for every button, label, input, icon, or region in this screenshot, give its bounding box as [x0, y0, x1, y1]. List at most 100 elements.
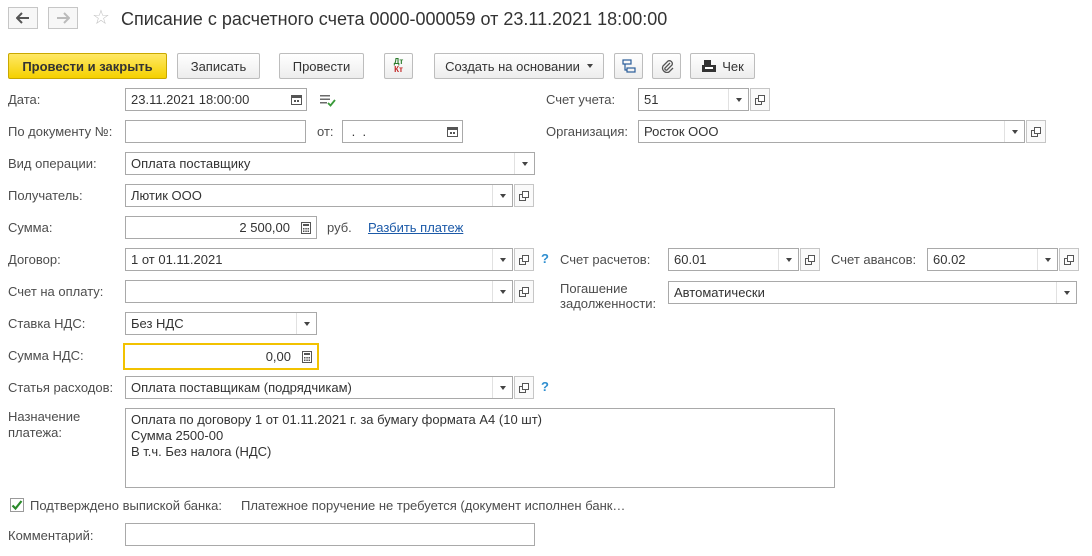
date-label: Дата: — [8, 92, 41, 107]
dt-kt-icon: Дт Кт — [393, 57, 404, 74]
vat-rate-field[interactable]: Без НДС — [125, 312, 317, 335]
debt-repayment-field[interactable]: Автоматически — [668, 281, 1077, 304]
account-dropdown-button[interactable] — [728, 89, 748, 110]
comment-label: Комментарий: — [8, 528, 94, 543]
invoice-label: Счет на оплату: — [8, 284, 104, 299]
expense-item-open-button[interactable] — [514, 376, 534, 399]
payment-purpose-label-line2: платежа: — [8, 425, 62, 440]
amount-field[interactable]: 2 500,00 — [125, 216, 317, 239]
chevron-down-icon — [499, 193, 506, 198]
contract-help-icon[interactable]: ? — [541, 251, 549, 266]
comment-field[interactable] — [125, 523, 535, 546]
create-based-on-button[interactable]: Создать на основании — [434, 53, 604, 79]
contract-value: 1 от 01.11.2021 — [131, 252, 223, 267]
settlement-dropdown-button[interactable] — [778, 249, 798, 270]
settlement-account-label: Счет расчетов: — [560, 252, 651, 267]
calculator-icon[interactable] — [297, 345, 317, 368]
payment-purpose-line: Оплата по договору 1 от 01.11.2021 г. за… — [131, 412, 542, 427]
operation-field[interactable]: Оплата поставщику — [125, 152, 535, 175]
open-window-icon — [805, 254, 815, 265]
debt-repayment-label-line2: задолженности: — [560, 296, 657, 311]
post-and-close-button[interactable]: Провести и закрыть — [8, 53, 167, 79]
favorite-star-icon[interactable]: ☆ — [92, 7, 110, 29]
open-window-icon — [1064, 254, 1074, 265]
chevron-down-icon — [785, 257, 792, 262]
contract-field[interactable]: 1 от 01.11.2021 — [125, 248, 513, 271]
vat-amount-label: Сумма НДС: — [8, 348, 84, 363]
payment-purpose-line: В т.ч. Без налога (НДС) — [131, 444, 272, 459]
recipient-open-button[interactable] — [514, 184, 534, 207]
open-window-icon — [1031, 126, 1041, 137]
chevron-down-icon — [1011, 129, 1018, 134]
invoice-open-button[interactable] — [514, 280, 534, 303]
date-field[interactable]: 23.11.2021 18:00:00 — [125, 88, 307, 111]
debt-repayment-dropdown-button[interactable] — [1056, 282, 1076, 303]
settlement-account-value: 60.01 — [674, 252, 707, 267]
save-button[interactable]: Записать — [177, 53, 260, 79]
receipt-button[interactable]: Чек — [690, 53, 755, 79]
vat-amount-field[interactable]: 0,00 — [123, 343, 319, 370]
forward-button[interactable] — [48, 7, 78, 29]
bank-confirmed-note: Платежное поручение не требуется (докуме… — [241, 498, 626, 513]
chevron-down-icon — [499, 385, 506, 390]
calculator-icon[interactable] — [296, 217, 316, 238]
contract-open-button[interactable] — [514, 248, 534, 271]
advance-account-label: Счет авансов: — [831, 252, 917, 267]
advance-open-button[interactable] — [1059, 248, 1079, 271]
doc-date-field[interactable]: . . — [342, 120, 463, 143]
account-open-button[interactable] — [750, 88, 770, 111]
organization-field[interactable]: Росток ООО — [638, 120, 1025, 143]
recipient-label: Получатель: — [8, 188, 83, 203]
expense-item-help-icon[interactable]: ? — [541, 379, 549, 394]
post-button[interactable]: Провести — [279, 53, 364, 79]
calendar-icon[interactable] — [286, 89, 306, 110]
chevron-down-icon — [735, 97, 742, 102]
invoice-field[interactable] — [125, 280, 513, 303]
expense-item-value: Оплата поставщикам (подрядчикам) — [131, 380, 352, 395]
date-value: 23.11.2021 18:00:00 — [131, 92, 250, 107]
open-window-icon — [755, 94, 765, 105]
structure-button[interactable] — [614, 53, 643, 79]
invoice-dropdown-button[interactable] — [492, 281, 512, 302]
calendar-icon[interactable] — [442, 121, 462, 142]
contract-label: Договор: — [8, 252, 61, 267]
attach-button[interactable] — [652, 53, 681, 79]
organization-dropdown-button[interactable] — [1004, 121, 1024, 142]
organization-open-button[interactable] — [1026, 120, 1046, 143]
advance-dropdown-button[interactable] — [1037, 249, 1057, 270]
advance-account-value: 60.02 — [933, 252, 966, 267]
expense-item-dropdown-button[interactable] — [492, 377, 512, 398]
dt-kt-button[interactable]: Дт Кт — [384, 53, 413, 79]
checkmark-icon — [11, 500, 23, 511]
doc-number-field[interactable] — [125, 120, 306, 143]
back-button[interactable] — [8, 7, 38, 29]
history-list-icon[interactable] — [319, 93, 336, 110]
operation-dropdown-button[interactable] — [514, 153, 534, 174]
advance-account-field[interactable]: 60.02 — [927, 248, 1058, 271]
amount-label: Сумма: — [8, 220, 53, 235]
create-based-on-label: Создать на основании — [445, 58, 580, 74]
settlement-account-field[interactable]: 60.01 — [668, 248, 799, 271]
vat-amount-value: 0,00 — [265, 349, 291, 364]
recipient-dropdown-button[interactable] — [492, 185, 512, 206]
chevron-down-icon — [499, 257, 506, 262]
payment-purpose-label-line1: Назначение — [8, 409, 81, 424]
vat-rate-dropdown-button[interactable] — [296, 313, 316, 334]
settlement-open-button[interactable] — [800, 248, 820, 271]
operation-label: Вид операции: — [8, 156, 97, 171]
bank-confirmed-checkbox[interactable] — [10, 498, 24, 512]
arrow-right-icon — [57, 12, 70, 24]
vat-rate-label: Ставка НДС: — [8, 316, 86, 331]
vat-rate-value: Без НДС — [131, 316, 184, 331]
contract-dropdown-button[interactable] — [492, 249, 512, 270]
chevron-down-icon — [586, 64, 593, 68]
split-payment-link[interactable]: Разбить платеж — [368, 220, 463, 235]
doc-date-label: от: — [317, 124, 334, 139]
payment-purpose-textarea[interactable]: Оплата по договору 1 от 01.11.2021 г. за… — [125, 408, 835, 488]
recipient-field[interactable]: Лютик ООО — [125, 184, 513, 207]
chevron-down-icon — [303, 321, 310, 326]
debt-repayment-label-line1: Погашение — [560, 281, 628, 296]
expense-item-field[interactable]: Оплата поставщикам (подрядчикам) — [125, 376, 513, 399]
cash-register-icon — [702, 60, 717, 72]
account-field[interactable]: 51 — [638, 88, 749, 111]
